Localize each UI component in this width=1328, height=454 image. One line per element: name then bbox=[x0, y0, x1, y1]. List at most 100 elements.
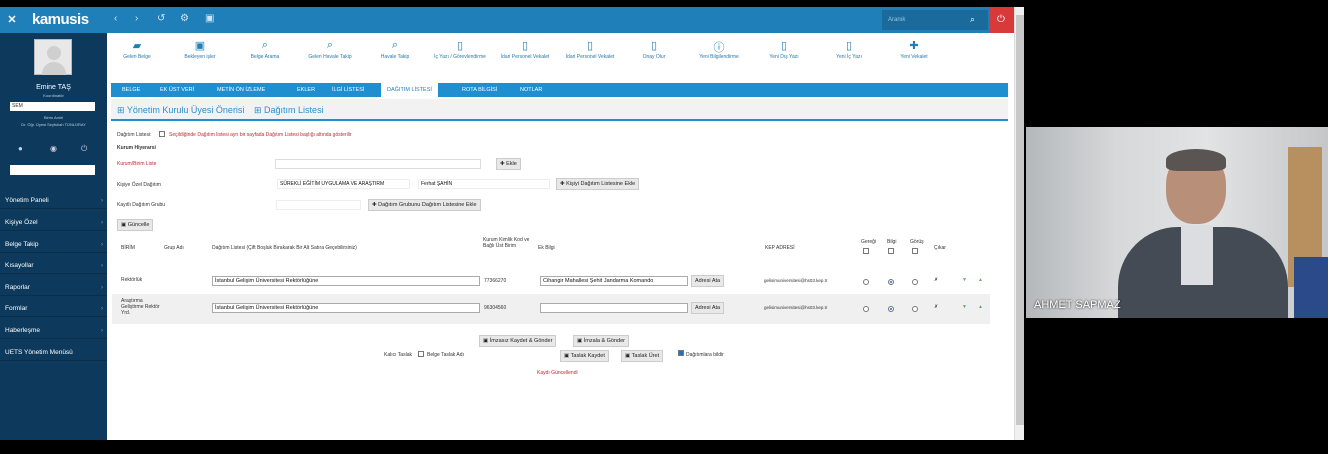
idari-personel-vekalet-button[interactable]: ▯ İdari Personel Vekalet bbox=[495, 39, 555, 60]
adresi-ata-button[interactable]: Adresi Ata bbox=[691, 275, 725, 287]
row-liste-input[interactable]: İstanbul Gelişim Üniversitesi Rektörlüğü… bbox=[212, 276, 480, 286]
gelen-havale-takip-button[interactable]: ⌕ Gelen Havale Takip bbox=[300, 39, 360, 60]
kisiyi-ekle-button[interactable]: ✚ Kişiyi Dağıtım Listesine Ekle bbox=[556, 178, 640, 190]
row-liste-input[interactable]: İstanbul Gelişim Üniversitesi Rektörlüğü… bbox=[212, 303, 480, 313]
col-ek: Ek Bilgi bbox=[538, 245, 555, 251]
move-down-icon[interactable]: ▼ bbox=[962, 304, 967, 310]
chevron-right-icon: › bbox=[100, 219, 103, 226]
window-icon[interactable]: ▣ bbox=[205, 13, 214, 24]
power-icon[interactable]: ⏻ bbox=[989, 7, 1013, 33]
geregi-all-checkbox[interactable] bbox=[863, 248, 869, 254]
bekleyen-isler-button[interactable]: ▣ Bekleyen işler bbox=[170, 39, 230, 60]
tab-rota-bilgisi[interactable]: ROTA BİLGİSİ bbox=[456, 83, 503, 97]
remove-icon[interactable]: ✗ bbox=[934, 277, 938, 283]
breadcrumb-item-2[interactable]: ⊞ Dağıtım Listesi bbox=[254, 105, 324, 116]
tab-ilgi-listesi[interactable]: İLGİ LİSTESİ bbox=[326, 83, 370, 97]
app-window: ✕ kamusis ‹ › ↺ ⚙ ▣ Aranık ⌕ ⏻ Emine TAŞ… bbox=[0, 7, 1024, 440]
col-birim: BİRİM bbox=[121, 245, 135, 251]
kisi-select[interactable]: Ferhat ŞAHİN bbox=[418, 179, 550, 189]
sidebar-item-haberlesme[interactable]: Haberleşme › bbox=[0, 323, 107, 339]
history-icon[interactable]: ↺ bbox=[157, 13, 165, 24]
move-down-icon[interactable]: ▼ bbox=[962, 277, 967, 283]
sidebar-item-belge-takip[interactable]: Belge Takip › bbox=[0, 237, 107, 253]
tab-belge[interactable]: BELGE bbox=[116, 83, 146, 97]
row-kep: gelisimuniversitesi@hs03.kep.tr bbox=[764, 305, 828, 310]
kisiye-ozel-select[interactable]: SÜREKLİ EĞİTİM UYGULAMA VE ARAŞTIRM bbox=[277, 179, 410, 189]
back-icon[interactable]: ‹ bbox=[114, 13, 117, 24]
logout-icon[interactable]: ⏻ bbox=[81, 144, 87, 154]
globe-icon[interactable]: ◉ bbox=[50, 144, 57, 153]
breadcrumb: ⊞ Yönetim Kurulu Üyesi Önerisi ⊞ Dağıtım… bbox=[111, 99, 1008, 121]
sidebar-item-yonetim-paneli[interactable]: Yönetim Paneli › bbox=[0, 193, 107, 209]
yeni-vekalet-button[interactable]: ✚ Yeni Vekalet bbox=[884, 39, 944, 60]
sidebar-item-kisayollar[interactable]: Kısayollar › bbox=[0, 258, 107, 274]
search-icon: ⌕ bbox=[261, 39, 269, 51]
onay-olur-button[interactable]: ▯ Onay Olur bbox=[624, 39, 684, 60]
row-kod: 77366270 bbox=[484, 278, 507, 284]
sidebar-item-kisiye-ozel[interactable]: Kişiye Özel › bbox=[0, 215, 107, 231]
yeni-dis-yazi-button[interactable]: ▯ Yeni Dış Yazı bbox=[754, 39, 814, 60]
chevron-right-icon: › bbox=[100, 327, 103, 334]
yeni-ic-yazi-button[interactable]: ▯ Yeni İç Yazı bbox=[819, 39, 879, 60]
idari-personel-vekalet-2-button[interactable]: ▯ İdari Personel Vekalet bbox=[560, 39, 620, 60]
menu-label: Haberleşme bbox=[5, 327, 41, 334]
adresi-ata-button[interactable]: Adresi Ata bbox=[691, 302, 725, 314]
search-icon[interactable]: ⌕ bbox=[970, 14, 975, 25]
col-kep: KEP ADRESİ bbox=[765, 245, 795, 251]
taslak-adi-label: Belge Taslak Adı bbox=[427, 352, 464, 358]
forward-icon[interactable]: › bbox=[135, 13, 138, 24]
grup-ekle-button[interactable]: ✚ Dağıtım Grubunu Dağıtım Listesine Ekle bbox=[368, 199, 481, 211]
taslak-uret-button[interactable]: ▣ Taslak Üret bbox=[621, 350, 664, 362]
breadcrumb-item-1[interactable]: ⊞ Yönetim Kurulu Üyesi Önerisi bbox=[117, 105, 244, 116]
document-icon: ▯ bbox=[586, 40, 594, 52]
dist-checkbox[interactable] bbox=[159, 131, 165, 137]
taslak-kaydet-button[interactable]: ▣ Taslak Kaydet bbox=[560, 350, 609, 362]
kurum-birim-select[interactable] bbox=[275, 159, 481, 169]
sidebar-item-uets[interactable]: UETS Yönetim Menüsü bbox=[0, 345, 107, 361]
tab-ekler[interactable]: EKLER bbox=[291, 83, 321, 97]
unit-select[interactable]: SEM bbox=[10, 102, 95, 111]
tab-dagitim-listesi[interactable]: DAĞITIM LİSTESİ bbox=[381, 83, 438, 97]
kurum-birim-label: Kurum/Birim Liste bbox=[117, 161, 157, 167]
document-icon: ▯ bbox=[650, 40, 658, 52]
tab-bar: BELGE EK ÜST VERİ METİN ÖN İZLEME EKLER … bbox=[111, 83, 1008, 97]
gorus-radio[interactable] bbox=[912, 279, 918, 285]
belge-arama-button[interactable]: ⌕ Belge Arama bbox=[235, 39, 295, 60]
havale-takip-button[interactable]: ⌕ Havale Takip bbox=[365, 39, 425, 60]
close-icon[interactable]: ✕ bbox=[0, 7, 24, 33]
bilgi-radio[interactable] bbox=[888, 279, 894, 285]
tab-metin-on-izleme[interactable]: METİN ÖN İZLEME bbox=[211, 83, 271, 97]
move-up-icon[interactable]: ▲ bbox=[978, 277, 983, 283]
gorus-radio[interactable] bbox=[912, 306, 918, 312]
bilgi-radio[interactable] bbox=[888, 306, 894, 312]
imzala-gonder-button[interactable]: ▣ İmzala & Gönder bbox=[573, 335, 630, 347]
gorus-all-checkbox[interactable] bbox=[912, 248, 918, 254]
sidebar-search-input[interactable] bbox=[10, 165, 95, 175]
guncelle-button[interactable]: ▣ Güncelle bbox=[117, 219, 154, 231]
tab-ek-ust-veri[interactable]: EK ÜST VERİ bbox=[154, 83, 200, 97]
sidebar-item-formlar[interactable]: Formlar › bbox=[0, 301, 107, 317]
bilgi-all-checkbox[interactable] bbox=[888, 248, 894, 254]
sidebar-item-raporlar[interactable]: Raporlar › bbox=[0, 280, 107, 296]
scrollbar-thumb[interactable] bbox=[1016, 15, 1024, 425]
row-birim: Rektörlük bbox=[121, 277, 143, 283]
row-ek-input[interactable] bbox=[540, 303, 688, 313]
row-ek-input[interactable]: Cihangir Mahallesi Şehit Jandarma Komand… bbox=[540, 276, 688, 286]
remove-icon[interactable]: ✗ bbox=[934, 304, 938, 310]
geregi-radio[interactable] bbox=[863, 279, 869, 285]
ekle-button[interactable]: ✚ Ekle bbox=[496, 158, 521, 170]
scrollbar[interactable] bbox=[1014, 7, 1024, 440]
kayitli-grup-select[interactable] bbox=[276, 200, 361, 210]
kalici-taslak-checkbox[interactable] bbox=[418, 351, 424, 357]
gelen-belge-button[interactable]: ▰ Gelen Belge bbox=[107, 39, 167, 60]
ic-yazi-button[interactable]: ▯ İç Yazı / Görevlendirme bbox=[430, 39, 490, 60]
imzasiz-kaydet-button[interactable]: ▣ İmzasız Kaydet & Gönder bbox=[479, 335, 557, 347]
chevron-right-icon: › bbox=[100, 241, 103, 248]
yeni-bilgilendirme-button[interactable]: ⓘ Yeni Bilgilendirme bbox=[689, 39, 749, 60]
dagitimlara-bildir-checkbox[interactable] bbox=[678, 350, 684, 356]
geregi-radio[interactable] bbox=[863, 306, 869, 312]
settings-icon[interactable]: ⚙ bbox=[180, 13, 189, 24]
tab-notlar[interactable]: NOTLAR bbox=[514, 83, 548, 97]
users-icon[interactable]: ● bbox=[18, 144, 23, 153]
move-up-icon[interactable]: ▲ bbox=[978, 304, 983, 310]
